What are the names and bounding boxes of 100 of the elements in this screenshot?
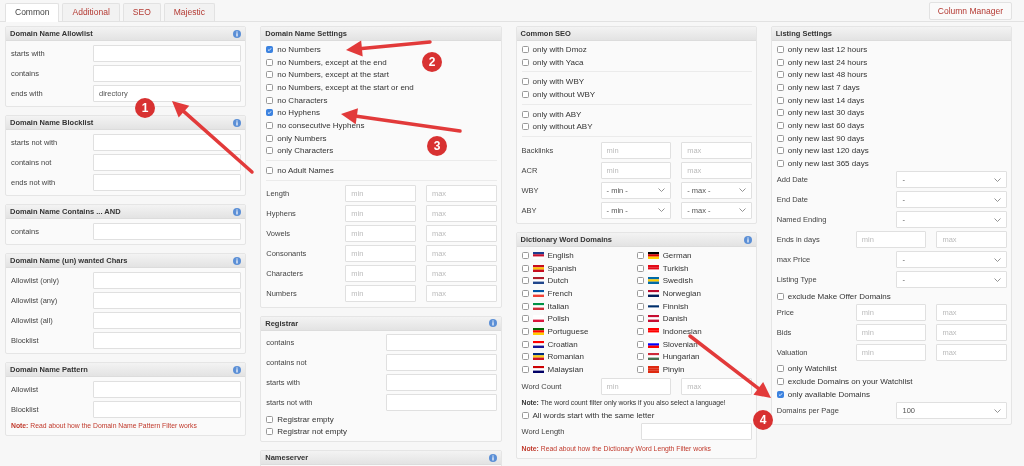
checkbox-label[interactable]: only new last 12 hours — [787, 44, 868, 54]
checkbox[interactable] — [636, 264, 644, 272]
checkbox[interactable] — [521, 78, 529, 86]
checkbox[interactable] — [266, 58, 274, 66]
checkbox-label[interactable]: no Characters — [277, 95, 328, 105]
checkbox[interactable] — [521, 277, 529, 285]
checkbox-label[interactable]: only Numbers — [277, 133, 327, 143]
tab[interactable]: Additional — [62, 3, 120, 21]
checkbox-label[interactable]: only new last 365 days — [787, 159, 869, 169]
checkbox[interactable] — [266, 96, 274, 104]
checkbox-label[interactable]: Croatian — [547, 339, 578, 349]
checkbox[interactable] — [776, 96, 784, 104]
checkbox-label[interactable]: no Numbers, except at the end — [277, 57, 387, 67]
checkbox[interactable] — [521, 315, 529, 323]
checkbox-label[interactable]: only without ABY — [532, 122, 593, 132]
checkbox-label[interactable]: Finnish — [662, 301, 689, 311]
checkbox[interactable] — [521, 411, 529, 419]
checkbox[interactable] — [636, 251, 644, 259]
input-field[interactable] — [385, 374, 497, 392]
input-field[interactable] — [93, 153, 242, 171]
checkbox[interactable] — [521, 302, 529, 310]
checkbox-label[interactable]: Portuguese — [547, 327, 589, 337]
checkbox-label[interactable]: only new last 90 days — [787, 133, 865, 143]
checkbox[interactable] — [521, 340, 529, 348]
checkbox[interactable] — [266, 134, 274, 142]
checkbox-label[interactable]: Turkish — [662, 263, 689, 273]
tab[interactable]: Majestic — [163, 3, 215, 21]
checkbox-label[interactable]: only with WBY — [532, 77, 585, 87]
checkbox[interactable] — [266, 83, 274, 91]
input-field[interactable] — [93, 380, 242, 398]
checkbox[interactable] — [776, 109, 784, 117]
checkbox-label[interactable]: Italian — [547, 301, 569, 311]
checkbox-label[interactable]: Slovenian — [662, 339, 698, 349]
checkbox[interactable] — [521, 353, 529, 361]
info-icon[interactable] — [233, 256, 242, 265]
checkbox[interactable] — [521, 251, 529, 259]
checkbox[interactable] — [521, 366, 529, 374]
checkbox-label[interactable]: exclude Make Offer Domains — [787, 291, 891, 301]
checkbox-label[interactable]: only new last 30 days — [787, 108, 865, 118]
checkbox[interactable] — [521, 123, 529, 131]
checkbox-label[interactable]: only new last 120 days — [787, 146, 869, 156]
checkbox-label[interactable]: only with Dmoz — [532, 44, 587, 54]
checkbox[interactable] — [776, 45, 784, 53]
input-field[interactable] — [93, 133, 242, 151]
info-icon[interactable] — [233, 207, 242, 216]
checkbox[interactable] — [776, 134, 784, 142]
checkbox[interactable] — [776, 378, 784, 386]
checkbox-label[interactable]: only new last 24 hours — [787, 57, 868, 67]
checkbox-label[interactable]: only new last 60 days — [787, 120, 865, 130]
checkbox[interactable] — [776, 292, 784, 300]
checkbox-label[interactable]: All words start with the same letter — [532, 410, 655, 420]
checkbox[interactable] — [521, 328, 529, 336]
checkbox[interactable] — [636, 340, 644, 348]
input-field[interactable] — [93, 222, 242, 240]
checkbox-label[interactable]: no Adult Names — [277, 166, 334, 176]
info-icon[interactable] — [233, 29, 242, 38]
checkbox-label[interactable]: no Numbers, except at the start — [277, 70, 389, 80]
input-field[interactable] — [93, 400, 242, 418]
checkbox-label[interactable]: only with ABY — [532, 109, 582, 119]
checkbox[interactable] — [636, 302, 644, 310]
input-field[interactable] — [93, 331, 242, 349]
input-field[interactable] — [641, 423, 752, 441]
checkbox-label[interactable]: only new last 7 days — [787, 82, 860, 92]
input-field[interactable] — [93, 44, 242, 62]
input-field[interactable] — [93, 64, 242, 82]
checkbox-label[interactable]: Malaysian — [547, 365, 584, 375]
checkbox[interactable] — [636, 277, 644, 285]
checkbox-label[interactable]: Registrar empty — [277, 414, 334, 424]
info-icon[interactable] — [488, 319, 497, 328]
checkbox[interactable] — [776, 58, 784, 66]
checkbox[interactable] — [521, 264, 529, 272]
checkbox-label[interactable]: Pinyin — [662, 365, 685, 375]
checkbox-label[interactable]: only new last 48 hours — [787, 70, 868, 80]
checkbox[interactable] — [521, 45, 529, 53]
checkbox[interactable] — [776, 83, 784, 91]
checkbox[interactable] — [266, 109, 274, 117]
checkbox-label[interactable]: Norwegian — [662, 289, 701, 299]
checkbox[interactable] — [636, 353, 644, 361]
checkbox-label[interactable]: only Characters — [277, 146, 334, 156]
input-field[interactable] — [385, 354, 497, 372]
checkbox[interactable] — [266, 147, 274, 155]
checkbox-label[interactable]: Indonesian — [662, 327, 702, 337]
checkbox-label[interactable]: exclude Domains on your Watchlist — [787, 377, 913, 387]
checkbox-label[interactable]: only without WBY — [532, 89, 596, 99]
checkbox-label[interactable]: only with Yaca — [532, 57, 584, 67]
input-field[interactable] — [385, 334, 497, 352]
checkbox-label[interactable]: Hungarian — [662, 352, 700, 362]
checkbox[interactable] — [776, 147, 784, 155]
checkbox[interactable] — [266, 428, 274, 436]
checkbox[interactable] — [266, 45, 274, 53]
checkbox[interactable] — [266, 415, 274, 423]
checkbox[interactable] — [521, 90, 529, 98]
checkbox[interactable] — [776, 121, 784, 129]
checkbox[interactable] — [266, 121, 274, 129]
checkbox[interactable] — [636, 366, 644, 374]
input-field[interactable] — [93, 291, 242, 309]
info-icon[interactable] — [743, 235, 752, 244]
checkbox-label[interactable]: Romanian — [547, 352, 584, 362]
tab[interactable]: SEO — [122, 3, 161, 21]
input-field[interactable] — [93, 173, 242, 191]
